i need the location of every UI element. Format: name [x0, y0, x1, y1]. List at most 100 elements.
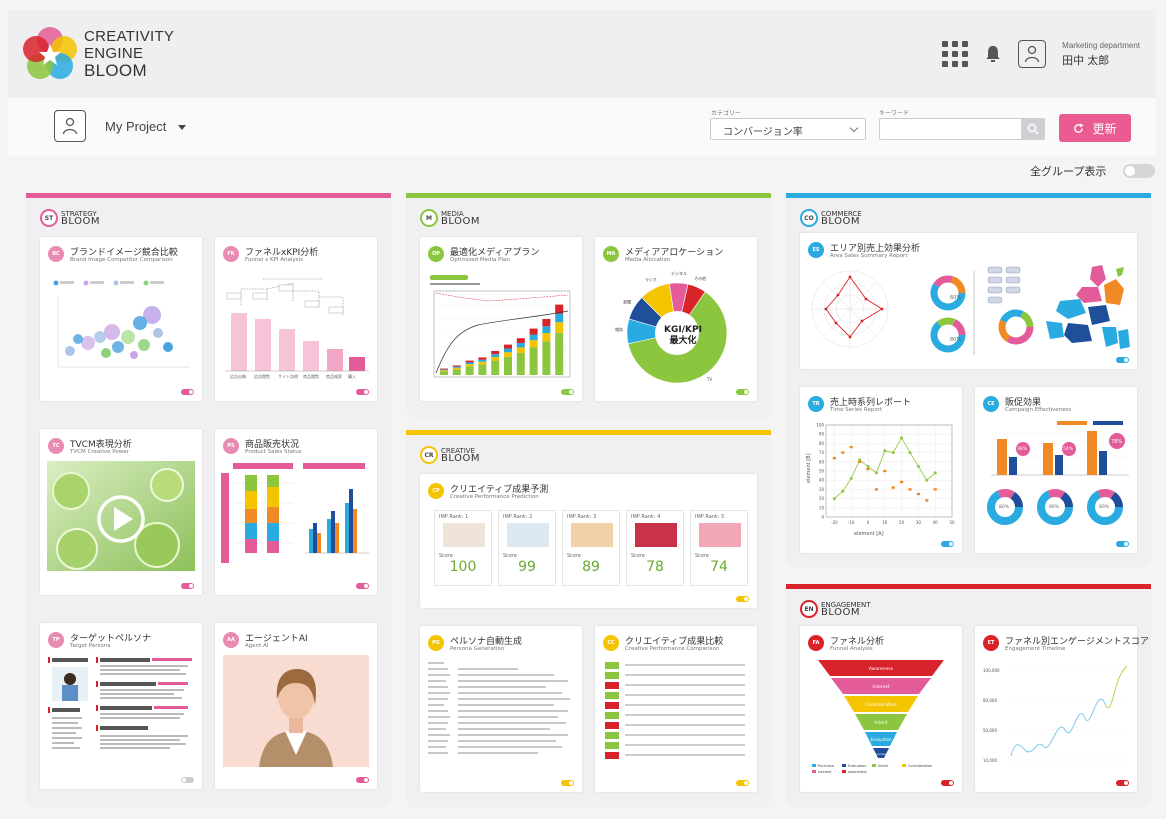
score-value: 99	[518, 559, 536, 575]
creative-image	[571, 523, 613, 547]
bar-segment	[529, 347, 538, 375]
bar-segment	[440, 368, 448, 370]
svg-text:商品検索: 商品検索	[326, 373, 342, 379]
card-badge: AA	[223, 632, 239, 648]
card-media-plan[interactable]: OP 最適化メディアプラン Optimized Media Plan	[420, 237, 582, 401]
card-toggle[interactable]	[181, 583, 194, 589]
card-toggle[interactable]	[181, 777, 194, 783]
project-selector[interactable]: My Project	[105, 119, 166, 134]
center-label-line2: 最大化	[669, 336, 697, 346]
card-badge: TP	[48, 632, 64, 648]
card-toggle[interactable]	[181, 389, 194, 395]
score-value: 78	[646, 559, 664, 575]
card-toggle[interactable]	[1116, 357, 1129, 363]
bell-icon[interactable]	[984, 44, 1002, 64]
bar-segment	[452, 366, 461, 368]
slice-label: 新聞	[623, 298, 631, 304]
group-name: CREATIVE BLOOM	[441, 447, 480, 464]
data-point	[849, 476, 853, 480]
legend-label: Consideration	[908, 764, 932, 768]
svg-text:広告出稿: 広告出稿	[230, 373, 246, 379]
card-toggle[interactable]	[356, 583, 369, 589]
donut-label: 80%	[999, 505, 1010, 510]
bar-segment	[542, 333, 551, 342]
score-card[interactable]: IMP Rank: 2 Score 99	[498, 510, 556, 586]
group-name-line2: BLOOM	[61, 216, 100, 227]
logo-line2: ENGINE	[84, 45, 144, 62]
score-card[interactable]: IMP Rank: 4 Score 78	[626, 510, 684, 586]
card-area-sales[interactable]: ES エリア別売上効果分析 Area Sales Summary Report	[800, 233, 1137, 369]
bar-segment	[542, 326, 551, 333]
bar-segment	[555, 322, 564, 333]
user-avatar[interactable]	[1018, 40, 1047, 68]
bar-segment	[504, 356, 512, 375]
card-subtitle: Media Allocation	[625, 257, 671, 263]
card-creative-prediction[interactable]: CP クリエイティブ成果予測 Creative Performance Pred…	[420, 474, 757, 608]
card-toggle[interactable]	[561, 389, 574, 395]
card-creative-comparison[interactable]: CC クリエイティブ成果比較 Creative Performance Comp…	[595, 626, 757, 792]
group-accent-bar	[26, 193, 391, 198]
bar-segment	[440, 369, 448, 371]
card-target-persona[interactable]: TP ターゲットペルソナ Target Persona	[40, 623, 202, 789]
score-card[interactable]: IMP Rank: 5 Score 74	[690, 510, 748, 586]
show-all-toggle[interactable]	[1123, 164, 1155, 178]
bar-segment	[504, 352, 512, 357]
card-toggle[interactable]	[736, 389, 749, 395]
card-product-sales[interactable]: PS 商品販売状況 Product Sales Status	[215, 429, 377, 595]
creative-image	[507, 523, 549, 547]
agent-avatar-image	[223, 655, 369, 767]
card-campaign-effectiveness[interactable]: CE 販促効果 Campaign Effectiveness 38% 54% 7…	[975, 387, 1137, 553]
slice-label: その他	[694, 275, 706, 281]
group-strategy: ST STRATEGY BLOOM BC ブランドイメージ競合比較 Brand …	[26, 193, 391, 808]
group-header: ST STRATEGY BLOOM	[40, 209, 100, 227]
score-rank: IMP Rank: 4	[631, 514, 661, 520]
card-funnel-analysis[interactable]: FA ファネル分析 Funnel Analysis Awareness Inte…	[800, 626, 962, 792]
group-accent-bar	[786, 584, 1151, 589]
card-toggle[interactable]	[356, 389, 369, 395]
creative-badge-icon: CR	[420, 446, 438, 464]
card-media-allocation[interactable]: MA メディアアロケーション Media Allocation TV 雑誌 新聞 ラジ…	[595, 237, 757, 401]
caret-down-icon[interactable]	[178, 125, 186, 130]
x-axis-label: element [A]	[854, 531, 884, 537]
card-subtitle: Target Persona	[70, 643, 111, 649]
group-name: MEDIA BLOOM	[441, 210, 480, 227]
y-tick-label: 80	[819, 441, 825, 446]
project-avatar[interactable]	[54, 110, 86, 142]
score-value: 100	[449, 559, 477, 575]
refresh-button[interactable]: 更新	[1059, 114, 1131, 142]
card-time-series[interactable]: TR 売上時系列レポート Time Series Report 0 10 20 30 4…	[800, 387, 962, 553]
card-toggle[interactable]	[1116, 780, 1129, 786]
apps-grid-icon[interactable]	[942, 41, 969, 67]
group-name-line2: BLOOM	[821, 607, 860, 618]
bar-segment	[504, 348, 512, 353]
search-button[interactable]	[1021, 118, 1045, 140]
card-tvcm[interactable]: TC TVCM表現分析 TVCM Creative Power	[40, 429, 202, 595]
card-subtitle: Brand Image Competitor Comparison	[70, 257, 173, 263]
card-engagement-timeline[interactable]: ET ファネル別エンゲージメントスコア Engagement Timeline …	[975, 626, 1149, 792]
logo-line1: CREATIVITY	[84, 28, 175, 45]
category-select[interactable]: コンバージョン率	[710, 118, 866, 140]
y-tick-label: 30	[819, 487, 825, 492]
card-agent-ai[interactable]: AA エージェントAI Agent AI	[215, 623, 377, 789]
card-toggle[interactable]	[736, 596, 749, 602]
card-funnel-kpi[interactable]: FK ファネルxKPI分析 Funnel x KPI Analysis 広告出稿…	[215, 237, 377, 401]
group-accent-bar	[786, 193, 1151, 198]
data-point	[925, 499, 929, 502]
card-toggle[interactable]	[736, 780, 749, 786]
card-toggle[interactable]	[941, 541, 954, 547]
legend-label: Awareness	[848, 770, 867, 774]
score-card[interactable]: IMP Rank: 1 Score 100	[434, 510, 492, 586]
card-toggle[interactable]	[561, 780, 574, 786]
score-rank: IMP Rank: 1	[439, 514, 469, 520]
creative-image	[635, 523, 677, 547]
video-thumbnail[interactable]	[47, 461, 195, 571]
card-brand-image[interactable]: BC ブランドイメージ競合比較 Brand Image Competitor C…	[40, 237, 202, 401]
card-toggle[interactable]	[941, 780, 954, 786]
card-toggle[interactable]	[356, 777, 369, 783]
group-accent-bar	[406, 430, 771, 435]
card-persona-generation[interactable]: PG ペルソナ自動生成 Persona Generation	[420, 626, 582, 792]
keyword-input[interactable]	[879, 118, 1021, 140]
card-toggle[interactable]	[1116, 541, 1129, 547]
card-subtitle: Optimized Media Plan	[450, 257, 510, 263]
score-card[interactable]: IMP Rank: 3 Score 89	[562, 510, 620, 586]
